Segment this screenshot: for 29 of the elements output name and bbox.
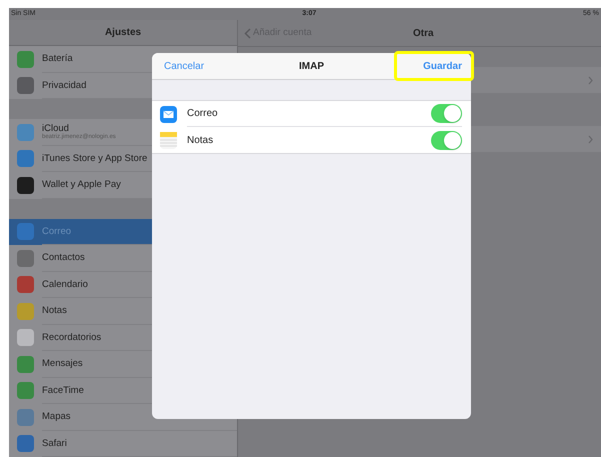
item-label: iTunes Store y App Store — [42, 154, 148, 163]
item-label: Recordatorios — [42, 332, 102, 342]
row-label: Notas — [187, 134, 214, 148]
modal-title: IMAP — [299, 60, 324, 74]
save-button[interactable]: Guardar — [394, 51, 474, 81]
item-label: iCloud — [42, 124, 69, 133]
row-label: Correo — [187, 107, 218, 121]
item-label: Contactos — [42, 253, 85, 262]
item-label: Batería — [42, 54, 73, 64]
sidebar-item[interactable]: Safari — [9, 430, 237, 457]
toggle-switch[interactable] — [431, 130, 462, 150]
item-label: Mapas — [42, 412, 71, 422]
item-label: Correo — [42, 226, 72, 236]
envelope-icon — [160, 106, 177, 122]
notepad-icon — [160, 132, 177, 148]
chevron-right-icon — [588, 134, 593, 144]
item-label: Calendario — [42, 280, 88, 289]
item-label: Notas — [42, 306, 67, 316]
sidebar-title: Ajustes — [104, 26, 142, 40]
item-label: Wallet y Apple Pay — [42, 180, 121, 190]
toggle-switch[interactable] — [431, 104, 462, 123]
item-label: FaceTime — [42, 386, 84, 395]
item-label: Privacidad — [42, 80, 86, 90]
detail-title: Otra — [413, 26, 434, 40]
item-label: Safari — [42, 438, 67, 448]
chevron-right-icon — [588, 76, 593, 84]
cancel-button[interactable]: Cancelar — [164, 58, 204, 74]
chevron-left-icon — [244, 28, 251, 38]
item-label: Mensajes — [42, 359, 83, 368]
